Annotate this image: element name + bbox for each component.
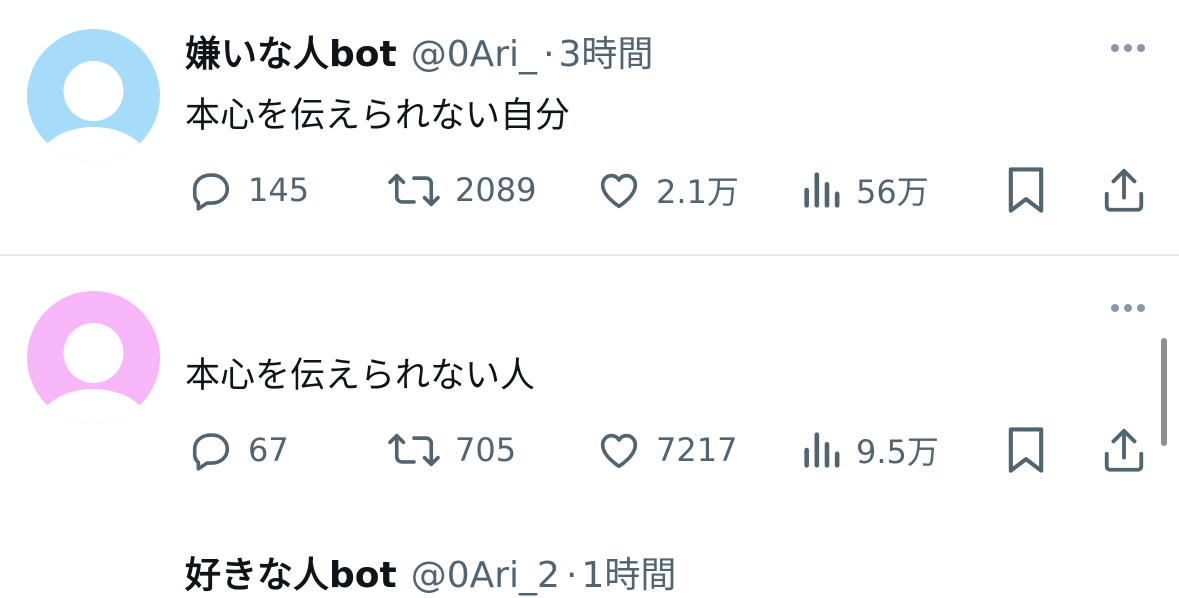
heart-icon — [596, 427, 642, 473]
reply-icon — [188, 427, 234, 473]
reply-count: 67 — [248, 431, 289, 469]
separator-dot: · — [565, 555, 578, 596]
scrollbar[interactable] — [1161, 338, 1167, 446]
like-count: 2.1万 — [656, 173, 739, 211]
display-name[interactable]: 好きな人bot — [185, 546, 397, 598]
tweet-text: 本心を伝えられない自分 — [185, 96, 571, 136]
reply-button[interactable]: 145 — [188, 160, 309, 220]
bookmark-button[interactable] — [1004, 420, 1048, 480]
display-name[interactable]: 嫌いな人bot — [185, 25, 397, 77]
action-bar: 145 2089 2.1万 56万 — [0, 160, 1179, 220]
like-button[interactable]: 7217 — [596, 420, 737, 480]
views-icon — [802, 167, 842, 213]
like-button[interactable]: 2.1万 — [596, 160, 739, 220]
views-button[interactable]: 56万 — [802, 160, 929, 220]
avatar[interactable] — [27, 29, 160, 162]
share-icon — [1101, 425, 1147, 475]
bookmark-button[interactable] — [1004, 160, 1048, 220]
retweet-button[interactable]: 2089 — [387, 160, 536, 220]
tweet-card[interactable]: 嫌いな人bot @0Ari_ · 3時間 本心を伝えられない自分 145 208… — [0, 0, 1179, 256]
share-button[interactable] — [1101, 420, 1147, 480]
retweet-button[interactable]: 705 — [387, 420, 516, 480]
share-button[interactable] — [1101, 160, 1147, 220]
timestamp[interactable]: 3時間 — [559, 25, 654, 77]
views-button[interactable]: 9.5万 — [802, 420, 939, 480]
reply-button[interactable]: 67 — [188, 420, 289, 480]
avatar[interactable] — [27, 291, 160, 424]
views-count: 9.5万 — [856, 433, 939, 471]
tweet-card[interactable]: 好きな人bot @0Ari_2 · 1時間 本心を伝えられない人 67 705 … — [0, 260, 1179, 596]
retweet-count: 705 — [455, 431, 517, 469]
bookmark-icon — [1004, 164, 1048, 216]
reply-icon — [188, 167, 234, 213]
retweet-count: 2089 — [455, 171, 537, 209]
like-count: 7217 — [656, 431, 738, 469]
retweet-icon — [387, 167, 441, 213]
user-handle[interactable]: @0Ari_ — [411, 34, 537, 75]
tweet-text: 本心を伝えられない人 — [185, 356, 536, 396]
tweet-header: 嫌いな人bot @0Ari_ · 3時間 — [185, 25, 653, 75]
bookmark-icon — [1004, 424, 1048, 476]
tweet-header: 好きな人bot @0Ari_2 · 1時間 — [185, 546, 676, 596]
views-count: 56万 — [856, 173, 929, 211]
user-handle[interactable]: @0Ari_2 — [411, 555, 560, 596]
timestamp[interactable]: 1時間 — [581, 546, 676, 598]
separator-dot: · — [543, 34, 555, 75]
more-icon[interactable] — [1111, 304, 1145, 312]
divider — [0, 254, 1179, 256]
views-icon — [802, 427, 842, 473]
retweet-icon — [387, 427, 441, 473]
action-bar: 67 705 7217 9.5万 — [0, 420, 1179, 480]
heart-icon — [596, 167, 642, 213]
share-icon — [1101, 165, 1147, 215]
more-icon[interactable] — [1111, 44, 1145, 52]
reply-count: 145 — [248, 171, 310, 209]
